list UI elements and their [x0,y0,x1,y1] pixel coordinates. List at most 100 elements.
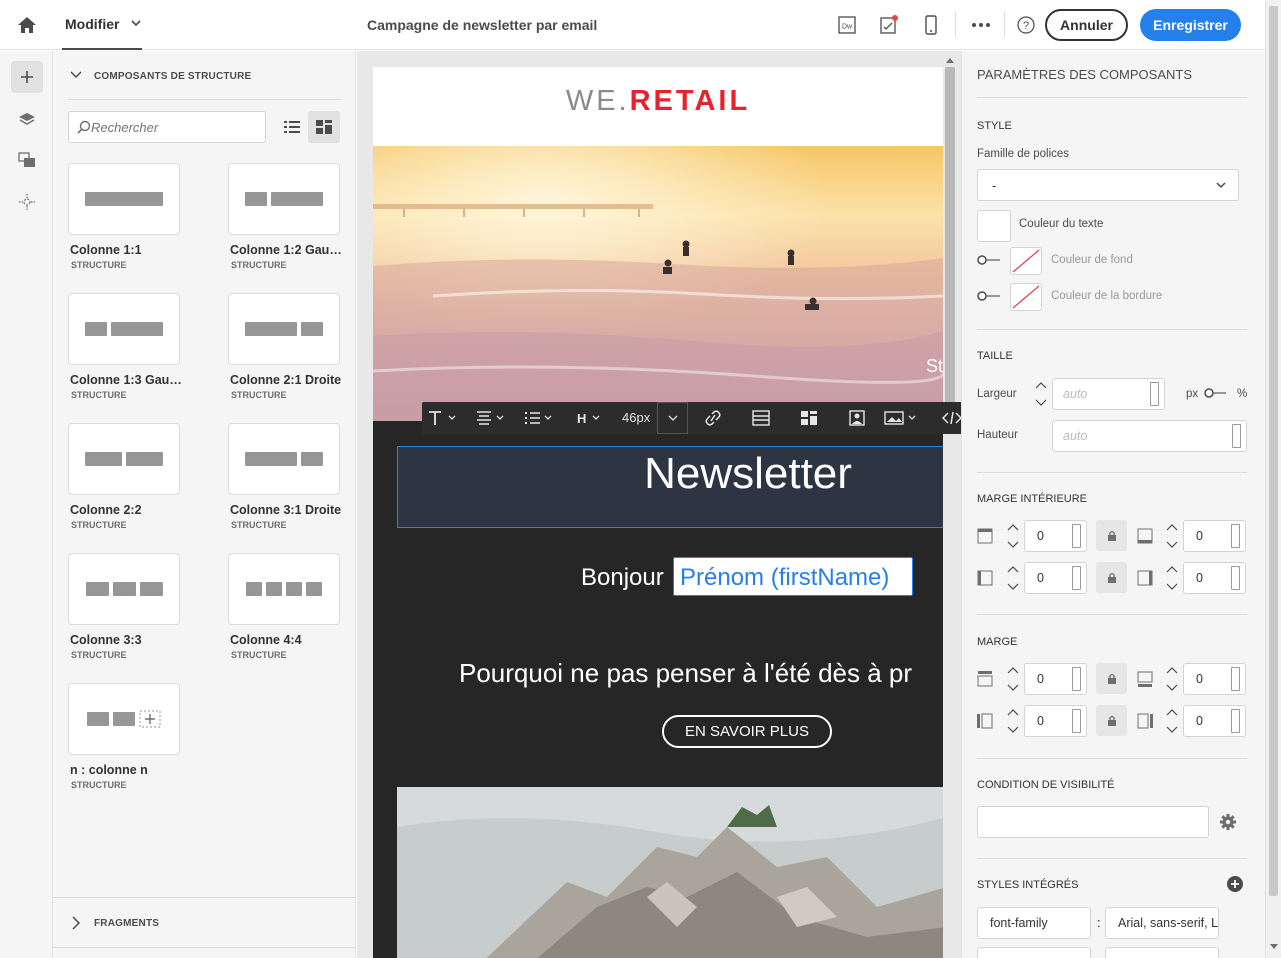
stepper-arrows[interactable] [1002,562,1024,594]
margin-top-input[interactable]: 0 [1024,663,1087,695]
hero-text: St [926,356,943,376]
component-label: Colonne 3:3 [70,633,142,647]
firstname-token-text: Prénom (firstName) [680,564,890,591]
save-button[interactable]: Enregistrer [1140,9,1241,41]
hero-image[interactable]: St [373,146,943,421]
margin-left-input[interactable]: 0 [1024,705,1087,737]
spin-icon [1232,424,1241,448]
font-size-dropdown[interactable] [657,402,688,434]
layers-icon[interactable] [11,103,43,135]
width-input[interactable]: auto [1052,378,1165,410]
spin-icon [1231,667,1240,691]
component-card-1-2[interactable] [228,163,340,235]
chevron-down-icon[interactable] [70,70,82,80]
chevron-down-icon[interactable] [130,18,142,28]
proof-icon[interactable] [878,14,900,36]
padding-bottom-input[interactable]: 0 [1183,520,1246,552]
mode-label[interactable]: Modifier [65,16,119,32]
height-input[interactable]: auto [1052,420,1247,452]
border-color-toggle[interactable] [977,290,1001,302]
unit-px: px [1186,388,1199,400]
personalize-icon[interactable] [848,410,866,426]
component-card-3-3[interactable] [68,553,180,625]
grid-view-icon[interactable] [308,111,340,143]
list-view-icon[interactable] [277,111,307,143]
bg-color-label: Couleur de fond [1051,254,1133,266]
home-icon[interactable] [16,14,38,36]
lock-icon[interactable] [1096,663,1127,694]
list-icon[interactable] [524,410,554,426]
stepper-arrows[interactable] [1161,705,1183,737]
width-stepper[interactable] [1030,378,1052,410]
style-value-input-2[interactable] [1105,947,1219,958]
style-key-input-2[interactable] [977,947,1091,958]
more-icon[interactable] [970,14,992,36]
style-value-input[interactable]: Arial, sans-serif, La [1105,907,1219,939]
stepper-arrows[interactable] [1161,562,1183,594]
text-color-swatch[interactable] [977,210,1011,242]
dw-icon[interactable]: Dw [836,14,858,36]
toolbar-divider [1004,12,1005,38]
component-label: Colonne 2:2 [70,503,142,517]
svg-text:H: H [577,411,586,426]
heading-icon[interactable]: H [577,410,603,426]
font-size-value[interactable]: 46px [622,410,650,425]
bg-color-toggle[interactable] [977,254,1001,266]
component-card-2-2[interactable] [68,423,180,495]
component-card-2-1[interactable] [228,293,340,365]
lock-icon[interactable] [1096,562,1127,593]
padding-top-input[interactable]: 0 [1024,520,1087,552]
scroll-up-icon[interactable] [946,57,954,63]
align-icon[interactable] [476,410,506,426]
lock-icon[interactable] [1096,705,1127,736]
canvas-scrollbar[interactable] [943,51,957,958]
add-icon[interactable] [11,61,43,93]
assets-icon[interactable] [11,144,43,176]
component-card-n-n[interactable] [68,683,180,755]
font-family-select[interactable]: - [977,169,1239,201]
component-card-4-4[interactable] [228,553,340,625]
layout-icon[interactable] [752,410,770,426]
lock-icon[interactable] [1096,520,1127,551]
stepper-arrows[interactable] [1002,663,1024,695]
bg-color-swatch[interactable] [1010,247,1042,275]
style-key-input[interactable]: font-family [977,907,1091,939]
component-card-1-1[interactable] [68,163,180,235]
link-icon[interactable] [704,410,722,426]
image-icon[interactable] [884,410,916,426]
help-icon[interactable]: ? [1015,14,1037,36]
margin-bottom-input[interactable]: 0 [1183,663,1246,695]
scroll-down-icon[interactable] [1270,944,1278,950]
mobile-icon[interactable] [920,14,942,36]
cancel-button[interactable]: Annuler [1045,9,1128,41]
structure-icon[interactable] [800,410,818,426]
stepper-arrows[interactable] [1002,705,1024,737]
code-icon[interactable] [942,410,962,426]
gear-icon[interactable] [1219,813,1237,831]
scroll-thumb[interactable] [945,67,955,409]
stepper-arrows[interactable] [1002,520,1024,552]
stepper-arrows[interactable] [1161,663,1183,695]
headline[interactable]: Newsletter [373,449,943,499]
unit-toggle[interactable] [1203,387,1227,399]
stepper-arrows[interactable] [1161,520,1183,552]
page-scrollbar[interactable] [1265,0,1281,958]
text-format-icon[interactable] [428,410,458,426]
search-input[interactable] [91,119,251,135]
component-card-3-1[interactable] [228,423,340,495]
add-style-icon[interactable] [1227,876,1243,892]
padding-left-input[interactable]: 0 [1024,562,1087,594]
search-field[interactable] [68,111,266,143]
fragments-title[interactable]: FRAGMENTS [94,918,159,929]
component-card-1-3[interactable] [68,293,180,365]
landscape-image[interactable] [397,787,943,958]
chevron-right-icon[interactable] [71,916,81,930]
margin-right-input[interactable]: 0 [1183,705,1246,737]
visibility-condition-input[interactable] [977,806,1209,838]
page-scroll-thumb[interactable] [1269,6,1278,896]
padding-right-input[interactable]: 0 [1183,562,1246,594]
cta-button[interactable]: EN SAVOIR PLUS [662,715,832,748]
firstname-token[interactable]: Prénom (firstName) [673,557,913,596]
personalization-icon[interactable] [11,186,43,218]
border-color-swatch[interactable] [1010,283,1042,311]
